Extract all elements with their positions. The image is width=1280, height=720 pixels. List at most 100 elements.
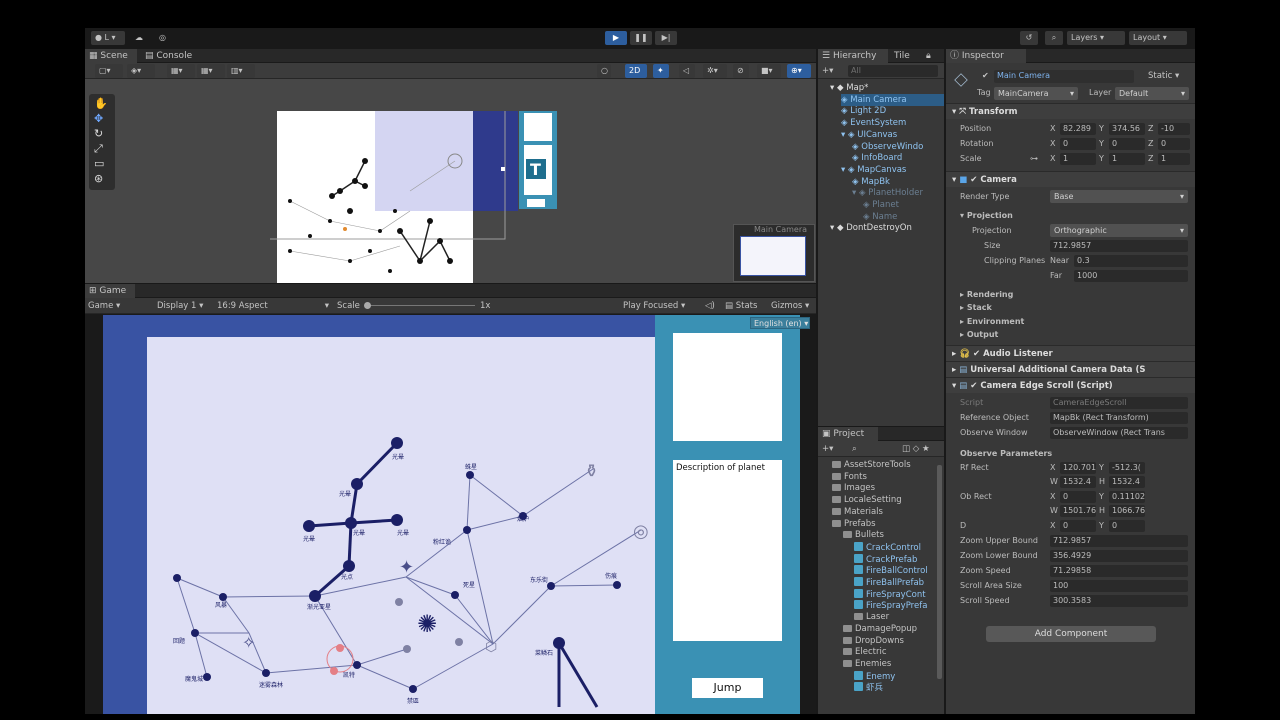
project-item[interactable]: Electric [843, 646, 887, 658]
draw-mode-button[interactable]: ▢▾ [95, 64, 123, 78]
hierarchy-item[interactable]: ◈ Light 2D [841, 105, 944, 117]
project-item[interactable]: DamagePopup [843, 623, 917, 635]
ob-h-field[interactable]: 1066.76 [1109, 505, 1145, 517]
hierarchy-item[interactable]: ◈ ObserveWindo [852, 141, 944, 153]
project-item[interactable]: Images [832, 482, 875, 494]
project-item[interactable]: Prefabs [832, 518, 876, 530]
star-map[interactable]: ✦ ✧ ✺ ⬡ ⚱ ◎ 光晕 光晕 光晕 光晕 光晕 光点 渐光亚星 风暴 回题… [147, 337, 655, 714]
project-item[interactable]: FireSprayPrefa [854, 599, 927, 611]
hierarchy-item[interactable]: ▾ ◆ Map* [830, 82, 940, 94]
d-x-field[interactable]: 0 [1060, 520, 1096, 532]
hierarchy-item[interactable]: ▾ ◆ DontDestroyOn [830, 222, 940, 234]
active-checkbox[interactable]: ✔ [982, 71, 989, 80]
audio-toggle[interactable]: ◁ [679, 64, 695, 78]
project-item[interactable]: Laser [854, 611, 889, 623]
reference-object-field[interactable]: MapBk (Rect Transform) [1050, 412, 1188, 424]
position-y-field[interactable]: 374.56 [1109, 123, 1145, 135]
project-item[interactable]: Materials [832, 506, 883, 518]
tab-hierarchy[interactable]: ☰ Hierarchy [818, 49, 888, 63]
create-asset-button[interactable]: +▾ [822, 443, 833, 455]
rf-w-field[interactable]: 1532.4 [1060, 476, 1096, 488]
project-item[interactable]: AssetStoreTools [832, 459, 911, 471]
stats-toggle[interactable]: ▤ Stats [725, 300, 757, 312]
hierarchy-item[interactable]: ◈ Planet [863, 199, 944, 211]
account-dropdown[interactable]: ● L ▾ [91, 31, 125, 45]
scale-y-field[interactable]: 1 [1109, 153, 1145, 165]
move-tool-icon[interactable]: ✥ [94, 112, 103, 125]
project-search-icon[interactable]: ⌕ [852, 443, 857, 455]
visibility-toggle[interactable]: ⊘ [733, 64, 749, 78]
scene-viewport[interactable]: T [270, 111, 570, 283]
link-icon[interactable]: ⊶ [1030, 154, 1038, 163]
project-item[interactable]: Bullets [843, 529, 884, 541]
position-z-field[interactable]: -10 [1158, 123, 1190, 135]
rect-tool-icon[interactable]: ▭ [94, 157, 104, 170]
zoom-speed-field[interactable]: 71.29858 [1050, 565, 1188, 577]
scale-slider[interactable] [365, 305, 475, 306]
game-viewport[interactable]: ✦ ✧ ✺ ⬡ ⚱ ◎ 光晕 光晕 光晕 光晕 光晕 光点 渐光亚星 风暴 回题… [103, 315, 810, 714]
tab-scene[interactable]: ▦ Scene [85, 49, 137, 63]
audio-listener-header[interactable]: ▸ 🎧︎ ✔ Audio Listener [946, 345, 1195, 361]
project-item[interactable]: 虾兵 [854, 681, 883, 693]
gizmos-dropdown[interactable]: Gizmos ▾ [771, 300, 809, 312]
scale-z-field[interactable]: 1 [1158, 153, 1190, 165]
environment-section[interactable]: ▸ Environment [960, 317, 1024, 326]
rf-h-field[interactable]: 1532.4 [1109, 476, 1145, 488]
zoom-lower-field[interactable]: 356.4929 [1050, 550, 1188, 562]
project-item[interactable]: Fonts [832, 471, 867, 483]
tab-tile[interactable]: Tile [890, 49, 920, 63]
project-item[interactable]: Enemies [843, 658, 891, 670]
project-item[interactable]: FireBallPrefab [854, 576, 924, 588]
projection-dropdown[interactable]: Orthographic ▾ [1050, 224, 1188, 237]
near-field[interactable]: 0.3 [1074, 255, 1188, 267]
snap-button[interactable]: ▦▾ [197, 64, 225, 78]
hierarchy-item[interactable]: ◈ Main Camera [841, 93, 944, 106]
tab-console[interactable]: ▤ Console [141, 49, 201, 63]
tab-game[interactable]: ⊞ Game [85, 284, 135, 298]
language-dropdown[interactable]: English (en) ▾ [750, 317, 810, 329]
layers-dropdown[interactable]: Layers ▾ [1067, 31, 1125, 45]
hierarchy-search-input[interactable]: All [848, 65, 938, 77]
project-item[interactable]: Enemy [854, 670, 895, 682]
hierarchy-item[interactable]: ▾ ◈ MapCanvas [841, 164, 944, 176]
map-nodes[interactable] [173, 437, 621, 693]
camera-toggle[interactable]: ■▾ [757, 64, 781, 78]
scroll-speed-field[interactable]: 300.3583 [1050, 595, 1188, 607]
scroll-area-field[interactable]: 100 [1050, 580, 1188, 592]
urp-data-header[interactable]: ▸ ▤ Universal Additional Camera Data (S [946, 361, 1195, 377]
mute-audio-icon[interactable]: ◁) [705, 300, 715, 312]
hierarchy-item[interactable]: ▾ ◈ UICanvas [841, 129, 944, 141]
tab-project[interactable]: ▣ Project [818, 427, 878, 441]
zoom-upper-field[interactable]: 712.9857 [1050, 535, 1188, 547]
hierarchy-item[interactable]: ◈ InfoBoard [852, 152, 944, 164]
size-field[interactable]: 712.9857 [1050, 240, 1188, 252]
add-object-button[interactable]: +▾ [822, 65, 833, 77]
display-dropdown[interactable]: Display 1 ▾ [157, 300, 203, 312]
cloud-icon[interactable]: ☁ [131, 31, 147, 45]
d-y-field[interactable]: 0 [1109, 520, 1145, 532]
ob-y-field[interactable]: 0.11102 [1109, 491, 1145, 503]
transform-header[interactable]: ▾ ⤧ Transform [946, 103, 1195, 119]
hierarchy-item[interactable]: ◈ EventSystem [841, 117, 944, 129]
project-item[interactable]: FireSprayCont [854, 588, 926, 600]
project-item[interactable]: LocaleSetting [832, 494, 902, 506]
stack-section[interactable]: ▸ Stack [960, 303, 992, 312]
rotate-tool-icon[interactable]: ↻ [94, 127, 103, 140]
collab-icon[interactable]: ◎ [155, 31, 171, 45]
output-section[interactable]: ▸ Output [960, 330, 998, 339]
hierarchy-item[interactable]: ◈ MapBk [852, 176, 944, 188]
rendering-section[interactable]: ▸ Rendering [960, 290, 1013, 299]
jump-button[interactable]: Jump [692, 678, 763, 698]
ob-x-field[interactable]: 0 [1060, 491, 1096, 503]
add-component-button[interactable]: Add Component [986, 626, 1156, 642]
hierarchy-item[interactable]: ▾ ◈ PlanetHolder [852, 187, 944, 199]
pause-button[interactable]: ❚❚ [630, 31, 652, 45]
grid-button[interactable]: ▦▾ [167, 64, 195, 78]
projection-section[interactable]: ▾ Projection [960, 211, 1013, 220]
project-item[interactable]: DropDowns [843, 635, 904, 647]
object-name-input[interactable]: Main Camera [994, 70, 1134, 83]
scale-x-field[interactable]: 1 [1060, 153, 1096, 165]
render-type-dropdown[interactable]: Base ▾ [1050, 190, 1188, 203]
layout-dropdown[interactable]: Layout ▾ [1129, 31, 1187, 45]
lighting-toggle[interactable]: ✦ [653, 64, 669, 78]
